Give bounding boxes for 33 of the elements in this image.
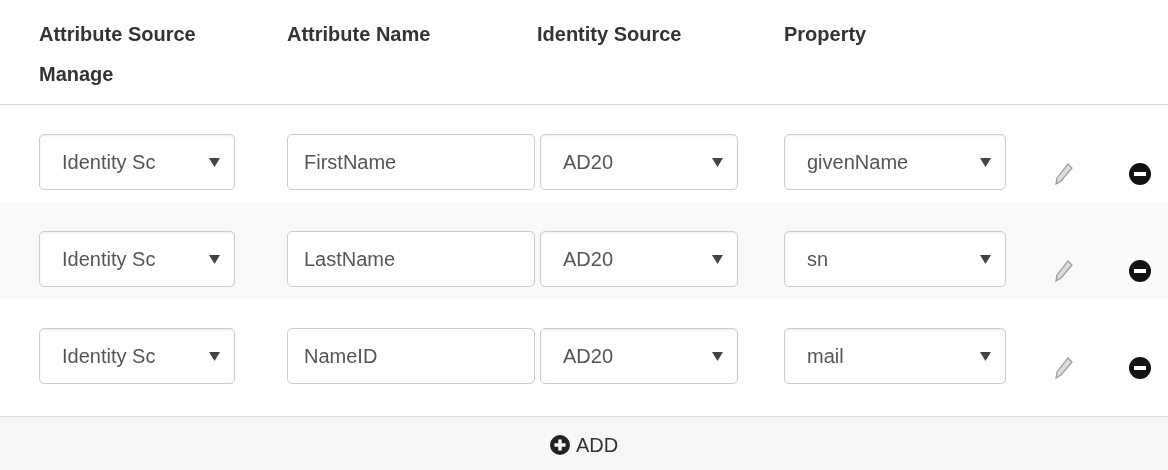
caret-icon: [980, 351, 991, 361]
column-header: Property: [784, 22, 868, 47]
caret-icon: [209, 351, 220, 361]
caret-icon: [712, 351, 723, 361]
pencil-icon[interactable]: [1055, 260, 1073, 282]
dropdown[interactable]: AD20: [540, 134, 738, 190]
pencil-icon[interactable]: [1055, 163, 1073, 185]
dropdown[interactable]: Identity Sc: [39, 328, 235, 384]
caret-icon: [980, 157, 991, 167]
add-button[interactable]: ADD: [545, 427, 623, 462]
text-input[interactable]: LastName: [287, 231, 535, 287]
column-header: Identity Source: [537, 22, 683, 47]
plus-icon: [549, 434, 570, 455]
dropdown[interactable]: mail: [784, 328, 1006, 384]
pencil-icon[interactable]: [1055, 357, 1073, 379]
column-header: Attribute Source Manage: [39, 22, 197, 87]
dropdown[interactable]: sn: [784, 231, 1006, 287]
dropdown[interactable]: AD20: [540, 231, 738, 287]
column-header: Attribute Name: [287, 22, 432, 47]
dropdown[interactable]: AD20: [540, 328, 738, 384]
remove-icon[interactable]: [1129, 260, 1151, 282]
remove-icon[interactable]: [1129, 163, 1151, 185]
text-input[interactable]: NameID: [287, 328, 535, 384]
remove-icon[interactable]: [1129, 357, 1151, 379]
caret-icon: [712, 254, 723, 264]
dropdown[interactable]: Identity Sc: [39, 134, 235, 190]
caret-icon: [980, 254, 991, 264]
text-input[interactable]: FirstName: [287, 134, 535, 190]
caret-icon: [209, 157, 220, 167]
dropdown[interactable]: givenName: [784, 134, 1006, 190]
caret-icon: [209, 254, 220, 264]
caret-icon: [712, 157, 723, 167]
dropdown[interactable]: Identity Sc: [39, 231, 235, 287]
